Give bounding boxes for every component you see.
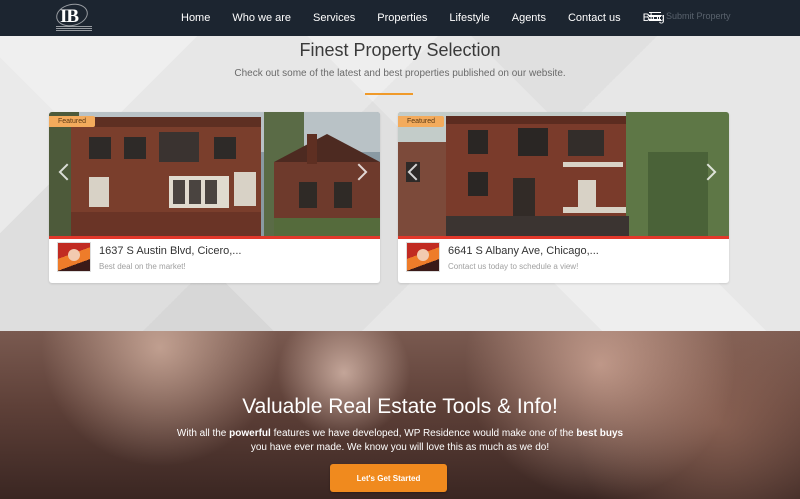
property-address[interactable]: 1637 S Austin Blvd, Cicero,... (99, 245, 241, 257)
tools-hero-section: Valuable Real Estate Tools & Info! With … (0, 331, 800, 499)
menu-item-properties[interactable]: Properties (377, 12, 427, 24)
hero-text-bold: best buys (576, 428, 624, 439)
menu-item-contact-us[interactable]: Contact us (568, 12, 621, 24)
property-address[interactable]: 6641 S Albany Ave, Chicago,... (448, 245, 599, 257)
menu-item-agents[interactable]: Agents (512, 12, 546, 24)
photo-accent-bar (49, 236, 380, 239)
featured-badge: Featured (398, 116, 445, 127)
hero-text-bold: powerful (229, 428, 271, 439)
section-divider (365, 93, 413, 95)
site-logo[interactable]: IB (54, 0, 92, 34)
property-photo-image (49, 112, 380, 236)
photo-accent-bar (398, 236, 729, 239)
menu-item-lifestyle[interactable]: Lifestyle (449, 12, 489, 24)
menu-item-home[interactable]: Home (181, 12, 210, 24)
hero-title: Valuable Real Estate Tools & Info! (242, 395, 558, 418)
menu-item-services[interactable]: Services (313, 12, 355, 24)
property-photo-image (398, 112, 729, 236)
agent-avatar[interactable] (406, 242, 440, 272)
property-section: Finest Property Selection Check out some… (0, 36, 800, 331)
property-description: Best deal on the market! (99, 262, 186, 271)
agent-avatar[interactable] (57, 242, 91, 272)
logo-mark: IB (60, 6, 79, 27)
top-navbar: IB Home Who we are Services Properties L… (0, 0, 800, 36)
menu-item-who-we-are[interactable]: Who we are (232, 12, 291, 24)
section-title: Finest Property Selection (299, 40, 501, 60)
hero-text-part: you have ever made. We know you will lov… (250, 442, 550, 453)
featured-badge: Featured (49, 116, 96, 127)
property-photo[interactable]: Featured (49, 112, 380, 236)
hero-text: With all the powerful features we have d… (0, 427, 800, 455)
submit-property-label: Submit Property (666, 11, 731, 21)
property-description: Contact us today to schedule a view! (448, 262, 579, 271)
menu-icon (649, 11, 661, 21)
hero-text-part: With all the (176, 428, 230, 439)
main-menu: Home Who we are Services Properties Life… (181, 0, 687, 36)
property-card[interactable]: Featured 1637 S Austin Blvd, Cicero,... … (49, 112, 380, 283)
property-photo[interactable]: Featured (398, 112, 729, 236)
hero-text-part: features we have developed, WP Residence… (270, 428, 577, 439)
property-card[interactable]: Featured 6641 S Albany Ave, Chicago,... … (398, 112, 729, 283)
logo-subtitle-lines (56, 26, 92, 32)
get-started-button[interactable]: Let's Get Started (330, 464, 447, 492)
section-subtitle: Check out some of the latest and best pr… (234, 68, 566, 79)
submit-property-link[interactable]: Submit Property (649, 11, 731, 21)
